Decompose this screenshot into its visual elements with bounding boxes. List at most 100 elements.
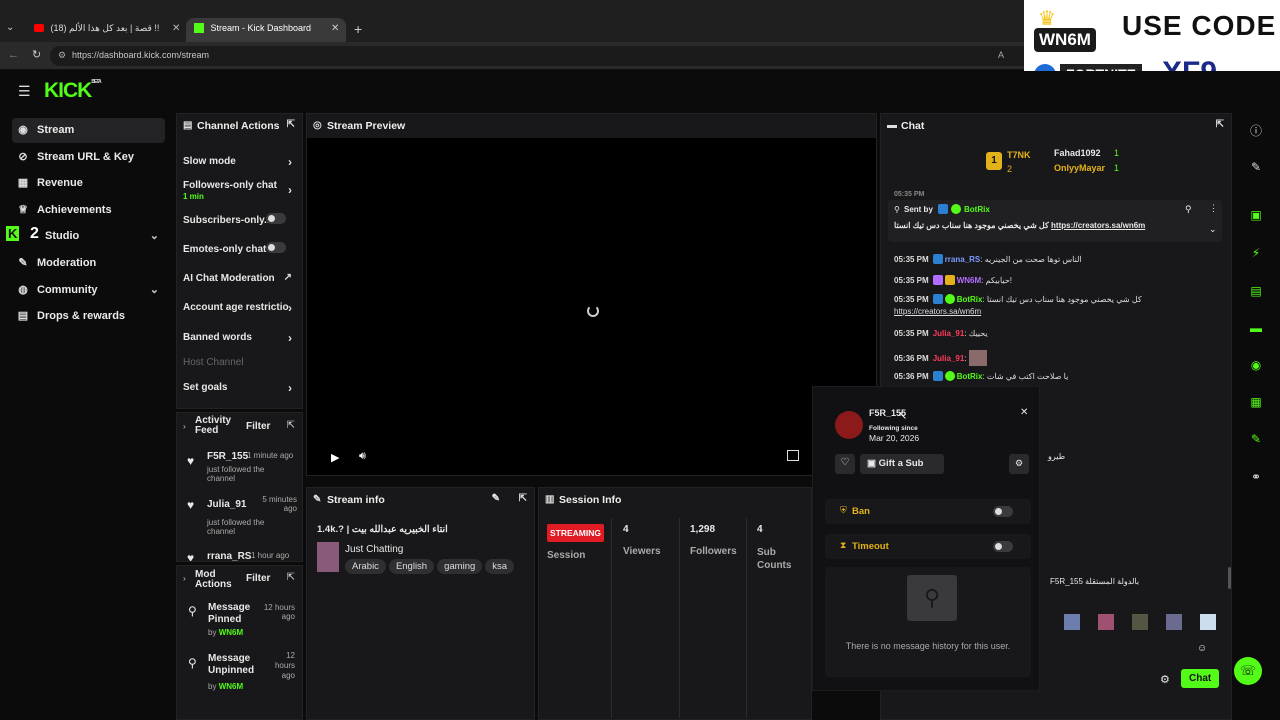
gift-sub-button[interactable]: ▣ Gift a Sub	[860, 454, 944, 474]
leader-user[interactable]: OnlyyMayar	[1054, 163, 1105, 173]
tag[interactable]: English	[388, 559, 435, 574]
subscribers-only-toggle[interactable]	[266, 213, 286, 224]
unpin-icon[interactable]: ⚲	[1185, 204, 1192, 215]
message-user[interactable]: Julia_91	[933, 354, 965, 363]
kick-logo[interactable]: KICKBETA	[44, 79, 102, 103]
chevron-down-icon[interactable]: ⌄	[150, 283, 159, 296]
chat-bubble-icon[interactable]: ▬	[1240, 312, 1272, 344]
collapse-icon[interactable]: ›	[183, 422, 186, 431]
wrench-icon[interactable]: ✎	[1240, 423, 1272, 455]
emotes-only-toggle[interactable]	[266, 242, 286, 253]
message-link[interactable]: https://creators.sa/wn6m	[894, 307, 981, 316]
sidebar-item-revenue[interactable]: ▦ Revenue	[12, 171, 165, 196]
tab-list-chevron-icon[interactable]: ⌄	[6, 22, 14, 33]
scan-icon[interactable]: ▣	[1240, 199, 1272, 231]
support-button[interactable]: ☏	[1234, 657, 1262, 685]
filter-button[interactable]: Filter	[246, 573, 270, 584]
sidebar-item-stream[interactable]: ◉ Stream	[12, 118, 165, 143]
sidebar-item-community[interactable]: ◍ Community ⌄	[12, 278, 165, 303]
sidebar-item-moderation[interactable]: ✎ Moderation	[12, 251, 165, 276]
reload-icon[interactable]: ↻	[32, 48, 41, 61]
broadcast-icon[interactable]: ◉	[1240, 349, 1272, 381]
popout-icon[interactable]: ⇱	[1216, 119, 1224, 130]
mod-user[interactable]: WN6M	[219, 628, 243, 637]
play-icon[interactable]: ▶	[331, 451, 339, 464]
lightning-icon[interactable]: ⚡︎	[1240, 237, 1272, 269]
category-name[interactable]: Just Chatting	[345, 544, 403, 555]
activity-user[interactable]: rrana_RS	[207, 551, 251, 561]
kick-dashboard: ☰ KICKBETA ◉ Stream ⊘ Stream URL & Key ▦ Re…	[0, 71, 1280, 720]
ban-toggle[interactable]	[993, 506, 1013, 517]
edit-icon[interactable]: ✎	[1240, 151, 1272, 183]
emote-image[interactable]	[1132, 614, 1148, 630]
scrollbar[interactable]	[1228, 567, 1231, 589]
document-icon[interactable]: ▤	[1240, 275, 1272, 307]
banned-words-row[interactable]: Banned words ›	[183, 331, 294, 345]
leader-user[interactable]: Fahad1092	[1054, 148, 1101, 158]
account-age-row[interactable]: Account age restrictio ›	[183, 301, 294, 315]
edit-icon[interactable]: ✎	[492, 493, 500, 504]
new-tab-button[interactable]: +	[354, 21, 362, 37]
more-options-icon[interactable]: ⋮	[1209, 203, 1218, 214]
sidebar-item-achievements[interactable]: ♕ Achievements	[12, 198, 165, 223]
set-goals-row[interactable]: Set goals ›	[183, 381, 294, 395]
message-user[interactable]: Julia_91	[933, 329, 965, 338]
tag[interactable]: Arabic	[345, 559, 386, 574]
message-user[interactable]: BotRix	[957, 372, 983, 381]
popout-icon[interactable]: ⇱	[519, 493, 527, 504]
close-tab-icon[interactable]: ✕	[172, 23, 180, 34]
info-icon[interactable]: ⓘ	[1240, 113, 1272, 145]
browser-tab-youtube[interactable]: (18) قصة | بعد كل هذا الألم !!	[26, 18, 184, 42]
volume-icon[interactable]: 🔊︎	[359, 450, 366, 463]
site-info-icon[interactable]: ⚙	[58, 50, 66, 61]
share-icon[interactable]: ⚭	[1240, 461, 1272, 493]
menu-icon[interactable]: ☰	[18, 83, 31, 100]
sidebar-item-stream-url[interactable]: ⊘ Stream URL & Key	[12, 145, 165, 170]
follow-heart-button[interactable]: ♡	[835, 454, 855, 474]
timeout-toggle[interactable]	[993, 541, 1013, 552]
collapse-icon[interactable]: ›	[183, 574, 186, 583]
back-icon[interactable]: ←	[8, 49, 19, 61]
mod-shortcut-button[interactable]: ⚙	[1009, 454, 1029, 474]
chevron-down-icon[interactable]: ⌄	[150, 229, 159, 242]
url-field[interactable]: ⚙ https://dashboard.kick.com/stream	[50, 46, 1050, 66]
chevron-down-icon[interactable]: ⌄	[1209, 224, 1217, 235]
emotes-only-row[interactable]: Emotes-only chat	[183, 242, 294, 255]
close-icon[interactable]: ✕	[1020, 407, 1028, 418]
mod-user[interactable]: WN6M	[219, 682, 243, 691]
pinned-link[interactable]: https://creators.sa/wn6m	[1051, 221, 1145, 230]
crown-badge-icon	[944, 275, 955, 285]
browser-tab-kick[interactable]: Stream - Kick Dashboard	[186, 18, 346, 42]
fullscreen-icon[interactable]	[787, 450, 799, 461]
message-user[interactable]: WN6M	[957, 276, 981, 285]
ai-moderation-row[interactable]: AI Chat Moderation ↗	[183, 272, 294, 284]
settings-icon[interactable]: ⚙	[1160, 673, 1170, 686]
layout-icon[interactable]: ▦	[1240, 386, 1272, 418]
popout-icon[interactable]: ⇱	[287, 572, 295, 583]
emote-image[interactable]	[1166, 614, 1182, 630]
popout-icon[interactable]: ⇱	[287, 420, 295, 431]
emote-image[interactable]	[1098, 614, 1114, 630]
popout-icon[interactable]: ⇱	[287, 119, 295, 130]
sidebar-item-drops[interactable]: ▤ Drops & rewards	[12, 304, 165, 329]
read-aloud-icon[interactable]: A	[998, 50, 1004, 60]
pinned-user[interactable]: BotRix	[964, 205, 990, 214]
activity-user[interactable]: F5R_155	[207, 451, 248, 462]
send-chat-button[interactable]: Chat	[1181, 669, 1220, 688]
emote-image[interactable]	[1064, 614, 1080, 630]
followers-only-row[interactable]: Followers-only chat 1 min ›	[183, 180, 294, 202]
tag[interactable]: ksa	[485, 559, 515, 574]
leader-user[interactable]: T7NK	[1007, 150, 1031, 160]
subscribers-only-row[interactable]: Subscribers-only...	[183, 213, 294, 226]
message-user[interactable]: BotRix	[957, 295, 983, 304]
emoji-icon[interactable]: ☺	[1197, 643, 1207, 654]
close-tab-icon[interactable]: ✕	[331, 23, 339, 34]
activity-user[interactable]: Julia_91	[207, 499, 246, 510]
filter-button[interactable]: Filter	[246, 421, 270, 432]
message-user[interactable]: rrana_RS	[945, 255, 981, 264]
slow-mode-row[interactable]: Slow mode ›	[183, 155, 294, 169]
sidebar-item-studio[interactable]: K 2 Studio ⌄	[6, 224, 165, 249]
tag[interactable]: gaming	[437, 559, 483, 574]
emote-image[interactable]	[1200, 614, 1216, 630]
avatar[interactable]	[835, 411, 863, 439]
